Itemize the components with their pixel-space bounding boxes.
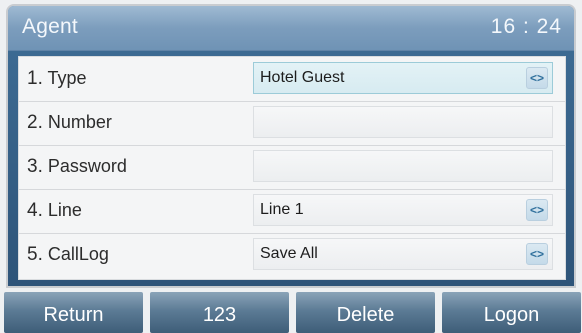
row-password[interactable]: 3. Password (19, 145, 565, 190)
return-softkey[interactable]: Return (4, 292, 143, 333)
softkey-bar: Return 123 Delete Logon (0, 292, 582, 333)
row-line[interactable]: 4. Line Line 1 <> (19, 189, 565, 234)
left-right-arrows-icon[interactable]: <> (526, 243, 548, 265)
123-softkey[interactable]: 123 (150, 292, 289, 333)
left-right-arrows-icon[interactable]: <> (526, 199, 548, 221)
row-label: 4. Line (27, 200, 82, 221)
line-field[interactable]: Line 1 <> (253, 194, 553, 226)
left-right-arrows-icon[interactable]: <> (526, 67, 548, 89)
number-field[interactable] (253, 106, 553, 138)
type-value: Hotel Guest (260, 69, 345, 86)
row-label: 5. CallLog (27, 244, 109, 265)
settings-list: 1. Type Hotel Guest <> 2. Number 3. Pass… (18, 56, 566, 280)
screen-title: Agent (22, 15, 78, 38)
row-type[interactable]: 1. Type Hotel Guest <> (19, 57, 565, 102)
line-value: Line 1 (260, 201, 304, 218)
title-bar: Agent 16 : 24 (8, 6, 574, 51)
phone-screen: Agent 16 : 24 1. Type Hotel Guest <> 2. … (8, 6, 574, 286)
row-calllog[interactable]: 5. CallLog Save All <> (19, 233, 565, 277)
row-label: 2. Number (27, 112, 112, 133)
row-label: 1. Type (27, 68, 87, 89)
row-label: 3. Password (27, 156, 127, 177)
delete-softkey[interactable]: Delete (296, 292, 435, 333)
calllog-value: Save All (260, 245, 318, 262)
logon-softkey[interactable]: Logon (442, 292, 581, 333)
type-field[interactable]: Hotel Guest <> (253, 62, 553, 94)
row-number[interactable]: 2. Number (19, 101, 565, 146)
calllog-field[interactable]: Save All <> (253, 238, 553, 270)
clock: 16 : 24 (490, 15, 562, 38)
password-field[interactable] (253, 150, 553, 182)
